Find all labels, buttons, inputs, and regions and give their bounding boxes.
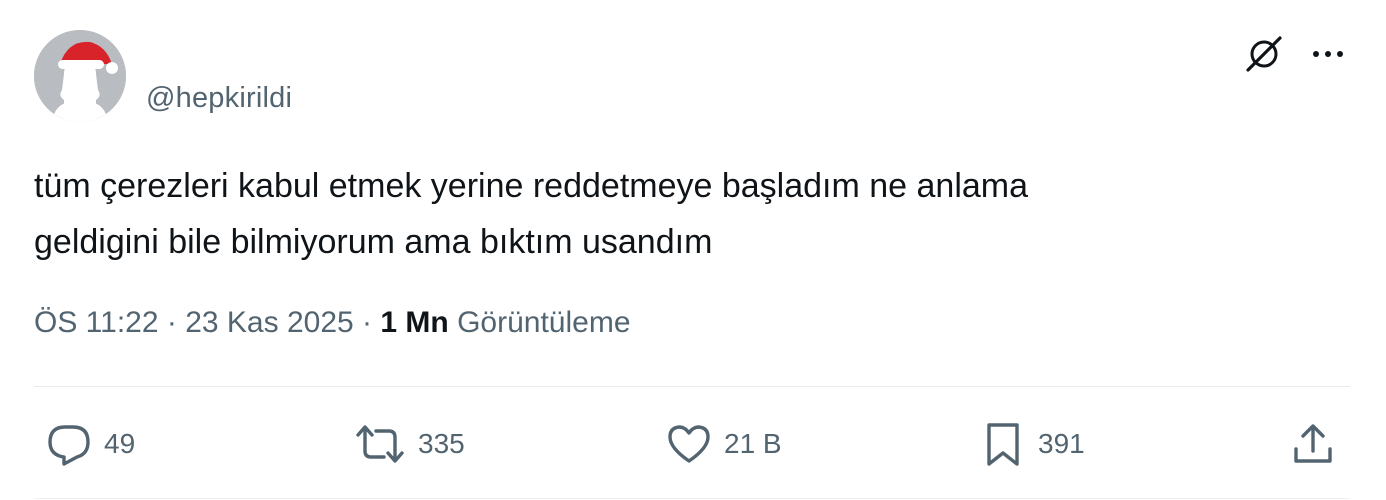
- reply-count: 49: [104, 428, 136, 459]
- tweet-text-line: geldigini bile bilmiyorum ama bıktım usa…: [34, 223, 713, 261]
- tweet-text: tüm çerezleri kabul etmek yerine reddetm…: [34, 158, 1334, 270]
- avatar[interactable]: [34, 30, 126, 122]
- meta-separator: ·: [362, 306, 373, 339]
- like-count: 21 B: [724, 428, 782, 459]
- repost-button[interactable]: 335: [354, 420, 465, 468]
- reply-button[interactable]: 49: [46, 420, 135, 468]
- tweet-text-line: tüm çerezleri kabul etmek yerine reddetm…: [34, 167, 1029, 205]
- views-count: 1 Mn: [380, 306, 449, 339]
- grok-button[interactable]: [1240, 32, 1288, 74]
- views-label: Görüntüleme: [457, 306, 631, 339]
- tweet-date[interactable]: 23 Kas 2025: [185, 306, 353, 339]
- tweet-meta: ÖS 11:22 · 23 Kas 2025 · 1 Mn Görüntülem…: [34, 306, 631, 340]
- meta-separator: ·: [166, 306, 177, 339]
- share-button[interactable]: [1290, 420, 1336, 468]
- bookmark-button[interactable]: 391: [980, 420, 1085, 468]
- reply-icon: [48, 425, 90, 466]
- divider: [34, 386, 1350, 387]
- like-button[interactable]: 21 B: [666, 420, 782, 468]
- repost-count: 335: [418, 428, 465, 459]
- tweet-time[interactable]: ÖS 11:22: [34, 306, 159, 339]
- tweet-card: @hepkirildi tüm çerezleri kabul etmek ye…: [0, 0, 1386, 500]
- repost-icon: [356, 425, 404, 463]
- divider: [34, 498, 1350, 499]
- heart-icon: [668, 425, 710, 463]
- grok-icon: [1246, 36, 1282, 72]
- avatar-silhouette-icon: [34, 30, 126, 122]
- more-options-icon: [1313, 51, 1343, 57]
- bookmark-count: 391: [1038, 428, 1085, 459]
- more-options-button[interactable]: [1304, 32, 1352, 74]
- bookmark-icon: [987, 423, 1019, 466]
- author-handle[interactable]: @hepkirildi: [146, 82, 292, 115]
- share-icon: [1294, 424, 1332, 463]
